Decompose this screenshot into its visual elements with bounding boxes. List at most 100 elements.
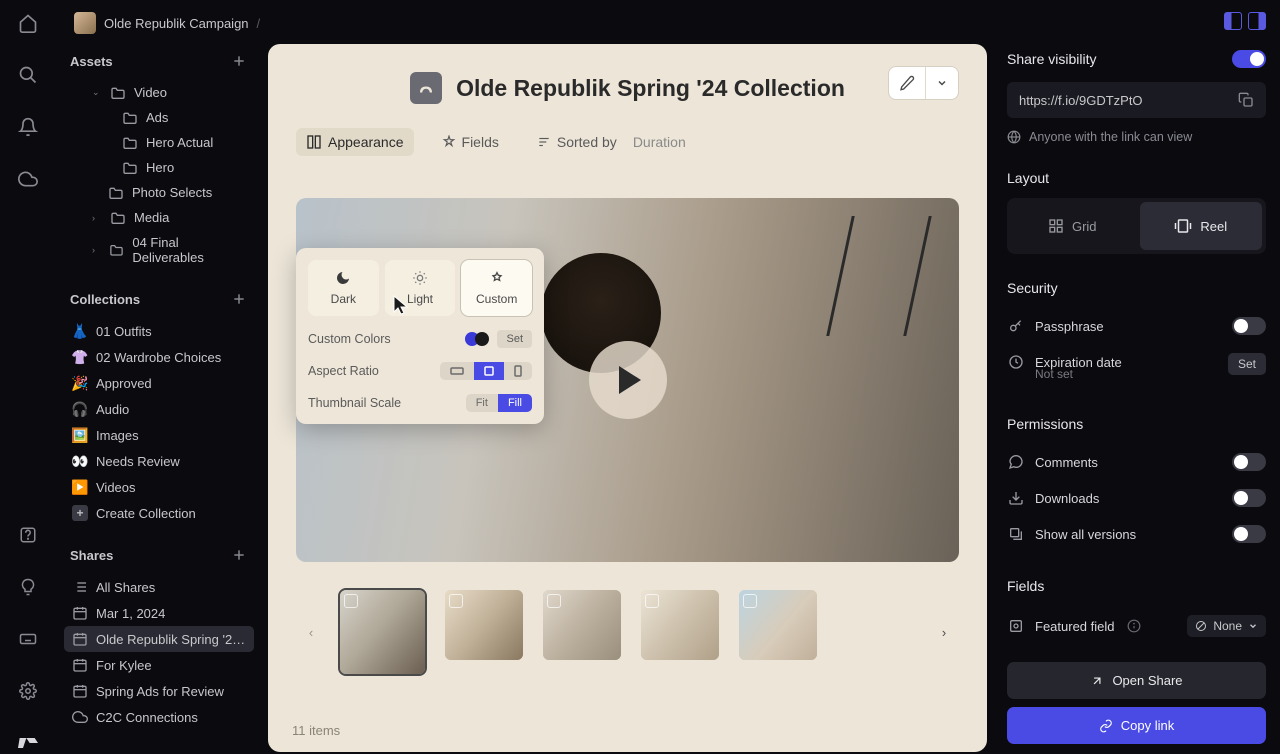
- keyboard-icon[interactable]: [17, 628, 39, 650]
- tree-row[interactable]: ›Media: [64, 205, 254, 230]
- security-section: Security: [1007, 280, 1266, 296]
- chevron-icon: ›: [92, 245, 101, 255]
- tree-label: Hero: [146, 160, 174, 175]
- share-url-box[interactable]: https://f.io/9GDTzPtO: [1007, 82, 1266, 118]
- aspect-square[interactable]: [474, 362, 504, 380]
- add-collection-button[interactable]: [230, 290, 248, 308]
- thumbnail[interactable]: [543, 590, 621, 660]
- share-item[interactable]: Olde Republik Spring '24…: [64, 626, 254, 652]
- tree-row[interactable]: Hero: [64, 155, 254, 180]
- panel-toggle-buttons: [1224, 12, 1266, 30]
- versions-toggle[interactable]: [1232, 525, 1266, 543]
- bell-icon[interactable]: [17, 116, 39, 138]
- collection-item[interactable]: 🎉Approved: [64, 370, 254, 396]
- add-asset-button[interactable]: [230, 52, 248, 70]
- gear-icon[interactable]: [17, 680, 39, 702]
- home-icon[interactable]: [17, 12, 39, 34]
- project-icon: [74, 12, 96, 34]
- collection-label: Needs Review: [96, 454, 180, 469]
- search-icon[interactable]: [17, 64, 39, 86]
- share-item[interactable]: All Shares: [64, 574, 254, 600]
- edit-button[interactable]: [889, 67, 925, 99]
- view-toolbar: Appearance Fields Sorted by Duration Dar…: [296, 128, 959, 156]
- appearance-tab[interactable]: Appearance: [296, 128, 414, 156]
- featured-field-select[interactable]: None: [1187, 615, 1266, 637]
- featured-field-row: Featured field None: [1007, 606, 1266, 646]
- scale-fit[interactable]: Fit: [466, 394, 498, 412]
- tree-label: Video: [134, 85, 167, 100]
- downloads-toggle[interactable]: [1232, 489, 1266, 507]
- play-button[interactable]: [589, 341, 667, 419]
- collection-label: 01 Outfits: [96, 324, 152, 339]
- collection-emoji-icon: 🎉: [72, 375, 88, 391]
- thumbnail[interactable]: [739, 590, 817, 660]
- fields-tab[interactable]: Fields: [432, 128, 509, 156]
- info-icon[interactable]: [1127, 619, 1141, 633]
- share-item[interactable]: Mar 1, 2024: [64, 600, 254, 626]
- edit-controls: [888, 66, 959, 100]
- appearance-popover: Dark Light Custom Custom Colors Set Aspe…: [296, 248, 544, 424]
- tree-row[interactable]: ›04 Final Deliverables: [64, 230, 254, 270]
- breadcrumb-sep: /: [257, 16, 261, 31]
- edit-menu-button[interactable]: [925, 67, 958, 99]
- aspect-wide[interactable]: [440, 362, 474, 380]
- sort-menu[interactable]: Sorted by: [527, 128, 627, 156]
- reel-icon: [1174, 218, 1192, 234]
- copy-link-button[interactable]: Copy link: [1007, 707, 1266, 744]
- share-label: Olde Republik Spring '24…: [96, 632, 246, 647]
- aspect-tall[interactable]: [504, 362, 532, 380]
- open-share-button[interactable]: Open Share: [1007, 662, 1266, 699]
- comments-toggle[interactable]: [1232, 453, 1266, 471]
- theme-light[interactable]: Light: [385, 260, 456, 316]
- create-collection-button[interactable]: +Create Collection: [64, 500, 254, 526]
- app-logo-icon[interactable]: [17, 732, 39, 754]
- assets-label: Assets: [70, 54, 113, 69]
- collection-item[interactable]: 👀Needs Review: [64, 448, 254, 474]
- share-visibility-toggle[interactable]: [1232, 50, 1266, 68]
- help-icon[interactable]: [17, 524, 39, 546]
- collection-item[interactable]: 👗01 Outfits: [64, 318, 254, 344]
- tree-label: Photo Selects: [132, 185, 212, 200]
- copy-icon[interactable]: [1238, 92, 1254, 108]
- layout-grid[interactable]: Grid: [1011, 202, 1134, 250]
- cloud-icon[interactable]: [17, 168, 39, 190]
- scale-fill[interactable]: Fill: [498, 394, 532, 412]
- toggle-right-panel-icon[interactable]: [1248, 12, 1266, 30]
- thumbnail[interactable]: [340, 590, 425, 674]
- lightbulb-icon[interactable]: [17, 576, 39, 598]
- theme-dark[interactable]: Dark: [308, 260, 379, 316]
- play-icon: [619, 366, 641, 394]
- share-item[interactable]: C2C Connections: [64, 704, 254, 730]
- set-expiration-button[interactable]: Set: [1228, 353, 1266, 375]
- collection-item[interactable]: 👚02 Wardrobe Choices: [64, 344, 254, 370]
- share-item[interactable]: Spring Ads for Review: [64, 678, 254, 704]
- set-colors-button[interactable]: Set: [497, 330, 532, 348]
- tree-row[interactable]: ⌄Video: [64, 80, 254, 105]
- thumbnail[interactable]: [641, 590, 719, 660]
- color-swatches[interactable]: [465, 332, 489, 346]
- share-item[interactable]: For Kylee: [64, 652, 254, 678]
- next-arrow[interactable]: ›: [929, 617, 959, 647]
- tree-row[interactable]: Photo Selects: [64, 180, 254, 205]
- tree-row[interactable]: Hero Actual: [64, 130, 254, 155]
- prev-arrow[interactable]: ‹: [296, 617, 326, 647]
- aspect-ratio-segment[interactable]: [440, 362, 532, 380]
- theme-custom[interactable]: Custom: [461, 260, 532, 316]
- left-rail: [0, 0, 56, 754]
- collection-emoji-icon: 🎧: [72, 401, 88, 417]
- layout-reel[interactable]: Reel: [1140, 202, 1263, 250]
- tree-row[interactable]: Ads: [64, 105, 254, 130]
- thumbnail[interactable]: [445, 590, 523, 660]
- fields-section: Fields: [1007, 578, 1266, 594]
- collection-item[interactable]: 🎧Audio: [64, 396, 254, 422]
- collection-item[interactable]: 🖼️Images: [64, 422, 254, 448]
- collection-item[interactable]: ▶️Videos: [64, 474, 254, 500]
- asset-tree: ⌄VideoAdsHero Actual Hero Photo Selects ›Me…: [56, 78, 262, 272]
- passphrase-toggle[interactable]: [1232, 317, 1266, 335]
- toggle-left-panel-icon[interactable]: [1224, 12, 1242, 30]
- share-row-icon: [72, 631, 88, 647]
- breadcrumb-project[interactable]: Olde Republik Campaign: [104, 16, 249, 31]
- chevron-down-icon: [1248, 621, 1258, 631]
- add-share-button[interactable]: [230, 546, 248, 564]
- thumbnail-scale-segment[interactable]: Fit Fill: [466, 394, 532, 412]
